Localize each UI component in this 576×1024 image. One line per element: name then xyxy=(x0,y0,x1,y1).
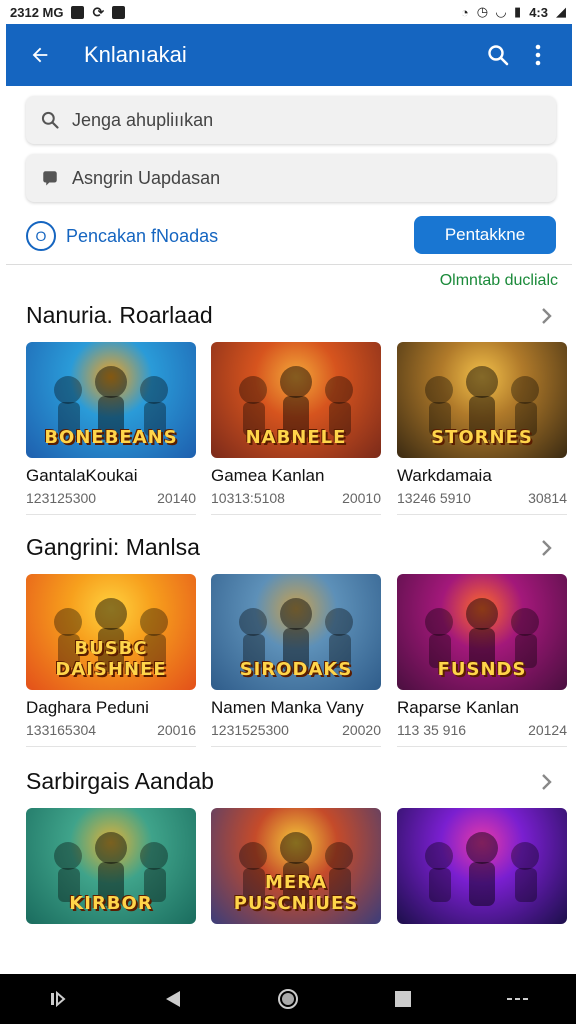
game-name: Namen Manka Vany xyxy=(211,698,364,717)
game-year: 30814 xyxy=(528,490,567,506)
card-divider xyxy=(211,746,381,747)
search-icon xyxy=(38,108,62,132)
battery-icon: ▮ xyxy=(514,4,522,19)
game-thumbnail[interactable]: BONEBEANS xyxy=(26,342,196,458)
card-divider xyxy=(397,746,567,747)
dots-icon[interactable] xyxy=(498,979,538,1019)
green-link[interactable]: Olmntab duclialc xyxy=(440,272,558,290)
game-thumbnail[interactable] xyxy=(397,808,567,924)
recents-icon[interactable] xyxy=(38,979,78,1019)
game-art-title: MERA PUSCNIUES xyxy=(233,872,359,914)
chevron-right-icon[interactable] xyxy=(536,538,556,558)
sync-icon: ⟳ xyxy=(92,3,105,20)
game-year: 20016 xyxy=(157,722,196,738)
game-card[interactable]: FUSNDS Raparse Kanlan 113 35 916 20124 xyxy=(397,574,567,747)
game-name: Warkdamaia xyxy=(397,466,492,485)
game-thumbnail[interactable]: NABNELE xyxy=(211,342,381,458)
alarm-icon: ◔ xyxy=(460,4,469,20)
app-title: Knlanıakai xyxy=(84,42,187,67)
promo-link-label: Pencakan fNoadas xyxy=(66,225,219,246)
arrow-left-icon[interactable] xyxy=(20,35,60,75)
game-art-title: BONEBEANS xyxy=(44,427,178,448)
chat-icon xyxy=(38,166,62,190)
game-id: 123125300 xyxy=(26,490,97,506)
game-meta: 10313:5108 20010 xyxy=(211,490,381,506)
status-right: ◔ ◷ ◡ ▮ 4:3 ◢ xyxy=(461,4,566,20)
promo-link[interactable]: O Pencakan fNoadas xyxy=(26,216,218,256)
overview-square-icon[interactable] xyxy=(383,979,423,1019)
game-art-title: KIRBOR xyxy=(69,893,153,914)
promo-button[interactable]: Pentakkne xyxy=(414,216,556,254)
divider xyxy=(6,264,572,265)
game-meta: 123125300 20140 xyxy=(26,490,196,506)
game-name: GantalaKoukai xyxy=(26,466,138,485)
notification-icon-2 xyxy=(112,5,126,19)
game-art-title: BUSBC DAISHNEE xyxy=(55,638,167,680)
status-time: 2312 MG xyxy=(10,4,64,20)
game-card[interactable]: STORNES Warkdamaia 13246 5910 30814 xyxy=(397,342,567,515)
game-id: 133165304 xyxy=(26,722,97,738)
wifi-icon: ◡ xyxy=(496,4,507,19)
game-id: 1231525300 xyxy=(211,722,289,738)
signal-icon: ◢ xyxy=(556,4,566,19)
game-card[interactable]: BUSBC DAISHNEE Daghara Peduni 133165304 200… xyxy=(26,574,196,747)
game-art-title: FUSNDS xyxy=(437,659,527,680)
status-left: 2312 MG ⟳ xyxy=(10,3,126,21)
system-nav-bar xyxy=(0,974,576,1024)
game-card[interactable]: NABNELE Gamea Kanlan 10313:5108 20010 xyxy=(211,342,381,515)
secondary-input[interactable]: Asngrin Uapdasan xyxy=(26,154,556,202)
card-divider xyxy=(397,514,567,515)
game-meta: 1231525300 20020 xyxy=(211,722,381,738)
game-thumbnail[interactable]: STORNES xyxy=(397,342,567,458)
chevron-right-icon[interactable] xyxy=(536,772,556,792)
game-name: Gamea Kanlan xyxy=(211,466,325,485)
game-name: Daghara Peduni xyxy=(26,698,149,717)
secondary-input-text: Asngrin Uapdasan xyxy=(72,167,221,188)
main-content: Jenga ahupliııkan Asngrin Uapdasan O Pen… xyxy=(6,86,572,974)
game-thumbnail[interactable]: FUSNDS xyxy=(397,574,567,690)
game-meta: 13246 5910 30814 xyxy=(397,490,567,506)
game-id: 113 35 916 xyxy=(397,722,467,738)
battery-level: 4:3 xyxy=(529,4,548,20)
info-icon: O xyxy=(26,221,56,251)
game-card[interactable]: SIRODAKS Namen Manka Vany 1231525300 20020 xyxy=(211,574,381,747)
game-thumbnail[interactable]: SIRODAKS xyxy=(211,574,381,690)
section-title: Nanuria. Roarlaad xyxy=(26,302,213,328)
game-card[interactable]: MERA PUSCNIUES xyxy=(211,808,381,924)
clock-icon: ◷ xyxy=(476,4,489,19)
chevron-right-icon[interactable] xyxy=(536,306,556,326)
section-title: Sarbirgais Aandab xyxy=(26,768,214,794)
game-art-title: STORNES xyxy=(431,427,533,448)
back-triangle-icon[interactable] xyxy=(153,979,193,1019)
game-name: Raparse Kanlan xyxy=(397,698,519,717)
game-card[interactable] xyxy=(397,808,567,924)
card-divider xyxy=(26,746,196,747)
notification-icon xyxy=(71,5,85,19)
game-year: 20124 xyxy=(528,722,567,738)
home-circle-icon[interactable] xyxy=(268,979,308,1019)
more-vert-icon[interactable] xyxy=(518,35,558,75)
game-thumbnail[interactable]: MERA PUSCNIUES xyxy=(211,808,381,924)
game-year: 20010 xyxy=(342,490,381,506)
section-title: Gangrini: Manlsa xyxy=(26,534,200,560)
game-card[interactable]: KIRBOR xyxy=(26,808,196,924)
game-id: 13246 5910 xyxy=(397,490,471,506)
game-meta: 133165304 20016 xyxy=(26,722,196,738)
game-art-title: NABNELE xyxy=(245,427,347,448)
search-input[interactable]: Jenga ahupliııkan xyxy=(26,96,556,144)
app-bar: Knlanıakai xyxy=(6,24,572,86)
game-thumbnail[interactable]: KIRBOR xyxy=(26,808,196,924)
game-year: 20140 xyxy=(157,490,196,506)
game-thumbnail[interactable]: BUSBC DAISHNEE xyxy=(26,574,196,690)
status-bar: 2312 MG ⟳ ◔ ◷ ◡ ▮ 4:3 ◢ xyxy=(0,0,576,24)
game-year: 20020 xyxy=(342,722,381,738)
card-divider xyxy=(26,514,196,515)
game-id: 10313:5108 xyxy=(211,490,285,506)
game-card[interactable]: BONEBEANS GantalaKoukai 123125300 20140 xyxy=(26,342,196,515)
game-meta: 113 35 916 20124 xyxy=(397,722,567,738)
search-icon[interactable] xyxy=(478,35,518,75)
card-divider xyxy=(211,514,381,515)
search-input-text: Jenga ahupliııkan xyxy=(72,109,214,130)
game-art-title: SIRODAKS xyxy=(239,659,353,680)
